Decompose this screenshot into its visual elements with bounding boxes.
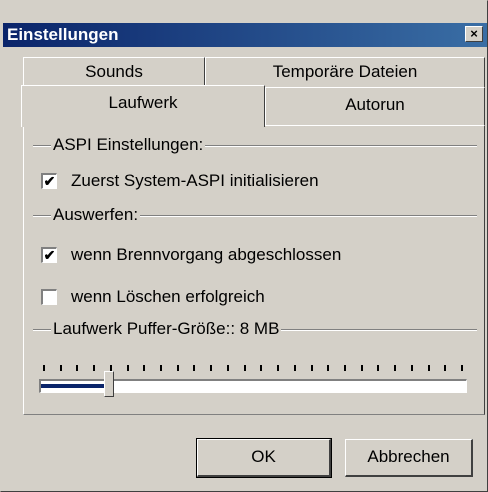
close-button[interactable]: ×: [465, 26, 483, 42]
buffer-group-label: Laufwerk Puffer-Größe:: 8 MB: [51, 319, 282, 339]
slider-tick: [277, 365, 280, 371]
eject-after-erase-checkbox[interactable]: [41, 289, 57, 305]
slider-tick: [327, 365, 330, 371]
aspi-group-label: ASPI Einstellungen:: [51, 135, 206, 155]
slider-tick: [126, 365, 129, 371]
slider-tick: [160, 365, 163, 371]
slider-tick: [226, 365, 229, 371]
slider-tick: [43, 365, 45, 371]
checkmark-icon: ✔: [43, 173, 56, 189]
aspi-init-label[interactable]: Zuerst System-ASPI initialisieren: [71, 171, 319, 191]
tab-autorun[interactable]: Autorun: [265, 87, 485, 125]
slider-tick: [193, 365, 196, 371]
slider-tick: [343, 365, 346, 371]
tab-laufwerk[interactable]: Laufwerk: [21, 85, 265, 127]
ok-button[interactable]: OK: [196, 438, 332, 478]
slider-tick: [93, 365, 96, 371]
cancel-button[interactable]: Abbrechen: [345, 439, 473, 477]
settings-dialog: Einstellungen × Sounds Temporäre Dateien…: [0, 0, 488, 492]
slider-tick: [59, 365, 62, 371]
eject-after-erase-label[interactable]: wenn Löschen erfolgreich: [71, 287, 265, 307]
slider-tick: [394, 365, 397, 371]
tab-temporaere-dateien[interactable]: Temporäre Dateien: [205, 57, 485, 87]
slider-tick: [210, 365, 213, 371]
title-bar[interactable]: Einstellungen ×: [3, 23, 487, 47]
tab-panel-laufwerk: [23, 125, 485, 415]
slider-fill: [41, 384, 109, 388]
slider-tick: [377, 365, 380, 371]
eject-after-burn-checkbox[interactable]: ✔: [41, 247, 57, 263]
slider-tick: [143, 365, 146, 371]
slider-tick: [427, 365, 430, 371]
slider-tick: [260, 365, 263, 371]
tab-temporaere-dateien-label: Temporäre Dateien: [272, 62, 418, 81]
tab-laufwerk-label: Laufwerk: [108, 93, 178, 112]
checkmark-icon: ✔: [43, 247, 56, 263]
slider-tick: [360, 365, 363, 371]
eject-group-label: Auswerfen:: [51, 205, 141, 225]
slider-tick: [410, 365, 413, 371]
slider-tick: [176, 365, 179, 371]
slider-tick: [461, 365, 463, 371]
buffer-size-slider-thumb[interactable]: [103, 371, 114, 397]
slider-tick: [243, 365, 246, 371]
slider-tick: [293, 365, 296, 371]
tab-autorun-label: Autorun: [345, 95, 405, 114]
tab-sounds-label: Sounds: [85, 62, 143, 81]
window-title: Einstellungen: [7, 25, 119, 44]
aspi-init-checkbox[interactable]: ✔: [41, 173, 57, 189]
slider-tick: [76, 365, 79, 371]
tab-sounds[interactable]: Sounds: [23, 57, 205, 87]
slider-tick: [444, 365, 447, 371]
close-icon: ×: [470, 26, 478, 41]
eject-after-burn-label[interactable]: wenn Brennvorgang abgeschlossen: [71, 245, 341, 265]
slider-tick: [310, 365, 313, 371]
